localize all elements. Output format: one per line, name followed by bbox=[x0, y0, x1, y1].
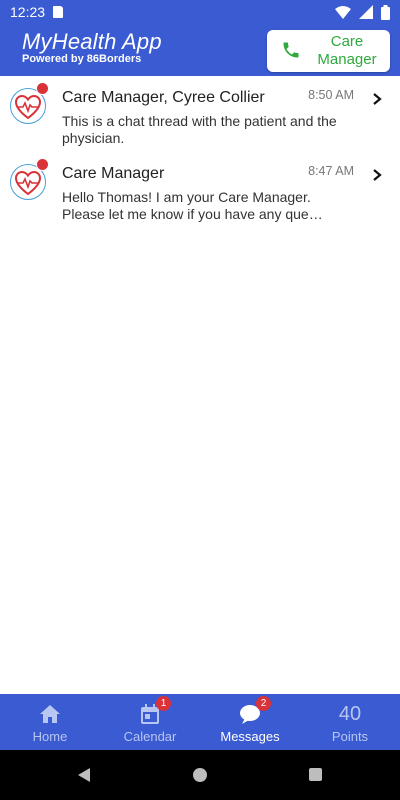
app-subtitle: Powered by 86Borders bbox=[22, 53, 142, 65]
recent-apps-icon[interactable] bbox=[309, 768, 322, 781]
message-preview: This is a chat thread with the patient a… bbox=[62, 113, 337, 146]
app-header: MyHealth App Powered by 86Borders Care M… bbox=[0, 24, 400, 76]
message-time: 8:50 AM bbox=[308, 88, 354, 102]
home-icon bbox=[39, 704, 61, 724]
nav-points-label: Points bbox=[331, 729, 369, 744]
message-preview: Hello Thomas! I am your Care Manager. Pl… bbox=[62, 189, 323, 222]
points-value: 40 bbox=[338, 703, 362, 725]
nav-calendar-label: Calendar bbox=[123, 729, 177, 744]
screen: 12:23 MyHealth App Powered by 86Borders … bbox=[0, 0, 400, 800]
message-sender: Care Manager, Cyree Collier bbox=[62, 89, 265, 106]
messages-badge: 2 bbox=[256, 696, 271, 711]
care-manager-button-label: Care Manager bbox=[317, 33, 377, 68]
signal-icon bbox=[359, 5, 373, 19]
care-manager-button[interactable]: Care Manager bbox=[267, 30, 390, 72]
message-sender: Care Manager bbox=[62, 165, 165, 182]
system-nav-bar bbox=[0, 750, 400, 800]
battery-icon bbox=[381, 4, 390, 20]
home-circle-icon[interactable] bbox=[193, 768, 207, 782]
nav-messages-label: Messages bbox=[220, 729, 280, 744]
message-thread-item[interactable]: Care Manager, Cyree Collier 8:50 AM This… bbox=[0, 76, 400, 152]
status-bar: 12:23 bbox=[0, 0, 400, 24]
nav-home[interactable]: Home bbox=[0, 694, 100, 750]
nav-points[interactable]: 40 Points bbox=[300, 694, 400, 750]
wifi-icon bbox=[335, 5, 351, 19]
bottom-nav: Home 1 Calendar 2 Messages 40 Points bbox=[0, 694, 400, 750]
chevron-right-icon bbox=[371, 168, 383, 187]
app-title: MyHealth App bbox=[22, 29, 162, 54]
message-thread-item[interactable]: Care Manager 8:47 AM Hello Thomas! I am … bbox=[0, 152, 400, 228]
message-list: Care Manager, Cyree Collier 8:50 AM This… bbox=[0, 76, 400, 228]
back-icon[interactable] bbox=[76, 767, 92, 788]
status-icons bbox=[335, 4, 390, 20]
unread-indicator bbox=[36, 158, 49, 171]
sd-card-icon bbox=[53, 6, 64, 18]
nav-home-label: Home bbox=[32, 729, 68, 744]
chevron-right-icon bbox=[371, 92, 383, 111]
phone-icon bbox=[281, 40, 301, 65]
calendar-badge: 1 bbox=[156, 696, 171, 711]
unread-indicator bbox=[36, 82, 49, 95]
heart-pulse-icon bbox=[14, 94, 42, 120]
heart-pulse-icon bbox=[14, 170, 42, 196]
nav-messages[interactable]: 2 Messages bbox=[200, 694, 300, 750]
message-time: 8:47 AM bbox=[308, 164, 354, 178]
nav-calendar[interactable]: 1 Calendar bbox=[100, 694, 200, 750]
status-time: 12:23 bbox=[10, 4, 46, 20]
